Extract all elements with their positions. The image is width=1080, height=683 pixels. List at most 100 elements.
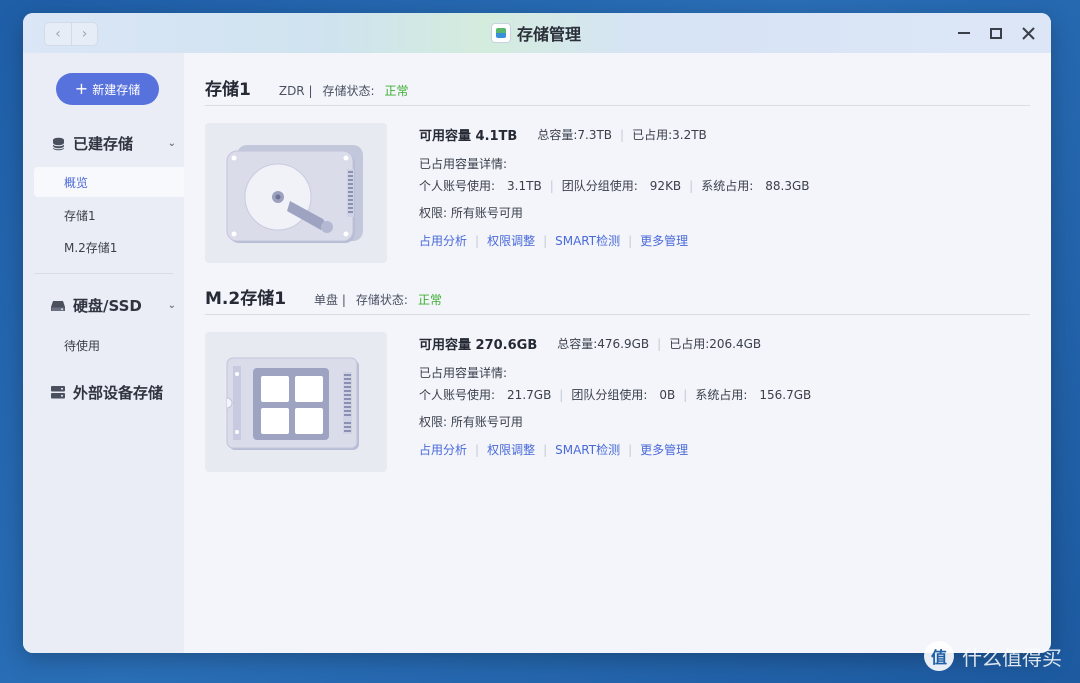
separator: | xyxy=(620,127,625,142)
window-title: 存储管理 xyxy=(517,25,582,44)
usage-analysis-link[interactable]: 占用分析 xyxy=(419,441,467,458)
separator: | xyxy=(475,233,480,248)
more-management-link[interactable]: 更多管理 xyxy=(640,441,688,458)
usage-analysis-link[interactable]: 占用分析 xyxy=(419,232,467,249)
m2-ssd-icon xyxy=(226,357,359,450)
watermark-logo: 值 xyxy=(924,641,954,671)
permission-text: 权限: 所有账号可用 xyxy=(419,206,523,220)
separator: | xyxy=(549,178,554,193)
close-button[interactable] xyxy=(1021,23,1035,43)
watermark: 值 什么值得买 xyxy=(924,641,1062,671)
used-capacity: 206.4GB xyxy=(709,336,762,351)
nav-buttons: ‹ › xyxy=(44,22,98,46)
database-icon xyxy=(51,137,65,151)
pool-status: 正常 xyxy=(384,84,409,98)
title-bar[interactable]: ‹ › 存储管理 xyxy=(23,13,1051,53)
separator: | xyxy=(689,178,694,193)
sidebar-item-overview[interactable]: 概览 xyxy=(34,167,184,197)
used-capacity-label: 已占用: xyxy=(669,337,710,351)
sidebar: + 新建存储 已建存储 ⌄ 概览 存储1 M.2存储1 硬盘/SSD ⌄ 待使用 xyxy=(23,53,184,653)
capacity-row: 可用容量 270.6GB 总容量: 476.9GB | 已占用: 206.4GB xyxy=(419,334,762,354)
system-usage-label: 系统占用: xyxy=(701,179,754,193)
permission-adjust-link[interactable]: 权限调整 xyxy=(487,441,535,458)
personal-usage-label: 个人账号使用: xyxy=(419,179,496,193)
personal-usage-label: 个人账号使用: xyxy=(419,388,496,402)
sidebar-section-built-storage[interactable]: 已建存储 ⌄ xyxy=(51,133,184,154)
more-management-link[interactable]: 更多管理 xyxy=(640,232,688,249)
usage-detail-row: 个人账号使用: 3.1TB | 团队分组使用: 92KB | 系统占用: 88.… xyxy=(419,177,810,194)
sidebar-section-label: 已建存储 xyxy=(73,135,134,153)
sidebar-section-external-storage[interactable]: 外部设备存储 xyxy=(51,382,163,403)
close-icon xyxy=(1021,26,1035,40)
team-usage: 0B xyxy=(659,387,676,402)
separator: | xyxy=(683,387,688,402)
system-usage: 156.7GB xyxy=(759,387,812,402)
divider xyxy=(205,105,1030,106)
smart-check-link[interactable]: SMART检测 xyxy=(555,232,620,249)
total-capacity-label: 总容量: xyxy=(557,337,598,351)
available-capacity: 可用容量 270.6GB xyxy=(419,338,538,353)
separator: | xyxy=(657,336,662,351)
minimize-button[interactable] xyxy=(957,23,971,43)
back-button[interactable]: ‹ xyxy=(45,23,71,45)
personal-usage: 21.7GB xyxy=(507,387,552,402)
forward-button[interactable]: › xyxy=(71,23,97,45)
sidebar-item-m2-storage1[interactable]: M.2存储1 xyxy=(64,239,117,256)
hdd-icon xyxy=(226,145,363,243)
team-usage-label: 团队分组使用: xyxy=(561,179,638,193)
separator: | xyxy=(628,442,633,457)
maximize-button[interactable] xyxy=(989,23,1003,43)
smart-check-link[interactable]: SMART检测 xyxy=(555,441,620,458)
sidebar-section-disk-ssd[interactable]: 硬盘/SSD ⌄ xyxy=(51,295,184,316)
external-storage-icon xyxy=(51,386,65,400)
pool-name: 存储1 xyxy=(205,80,251,100)
separator: | xyxy=(628,233,633,248)
usage-detail-title: 已占用容量详情: xyxy=(419,366,508,380)
permission-adjust-link[interactable]: 权限调整 xyxy=(487,232,535,249)
usage-detail-title: 已占用容量详情: xyxy=(419,157,508,171)
separator: | xyxy=(559,387,564,402)
separator: | xyxy=(543,233,548,248)
sidebar-item-storage1[interactable]: 存储1 xyxy=(64,207,96,224)
permission-text: 权限: 所有账号可用 xyxy=(419,415,523,429)
pool-header: 存储1 ZDR | 存储状态: 正常 xyxy=(205,75,409,100)
team-usage: 92KB xyxy=(649,178,682,193)
team-usage-label: 团队分组使用: xyxy=(571,388,648,402)
pool-type: ZDR | xyxy=(278,84,313,98)
pool-header: M.2存储1 单盘 | 存储状态: 正常 xyxy=(205,284,442,309)
sidebar-divider xyxy=(34,273,173,274)
separator: | xyxy=(475,442,480,457)
personal-usage: 3.1TB xyxy=(507,178,542,193)
usage-detail-row: 个人账号使用: 21.7GB | 团队分组使用: 0B | 系统占用: 156.… xyxy=(419,386,811,403)
action-links: 占用分析 | 权限调整 | SMART检测 | 更多管理 xyxy=(419,441,688,458)
plus-icon: + xyxy=(74,79,89,98)
total-capacity: 476.9GB xyxy=(597,336,650,351)
pool-status: 正常 xyxy=(417,293,442,307)
separator: | xyxy=(543,442,548,457)
used-capacity: 3.2TB xyxy=(672,127,707,142)
new-storage-label: 新建存储 xyxy=(92,82,141,97)
used-capacity-label: 已占用: xyxy=(632,128,673,142)
main-content: 存储1 ZDR | 存储状态: 正常 可用容量 4.1TB 总容量: 7.3TB… xyxy=(184,53,1051,653)
chevron-down-icon: ⌄ xyxy=(167,300,176,311)
hard-disk-icon xyxy=(51,299,65,313)
hdd-card xyxy=(205,123,387,263)
watermark-text: 什么值得买 xyxy=(962,645,1062,670)
pool-status-label: 存储状态: xyxy=(322,84,375,98)
action-links: 占用分析 | 权限调整 | SMART检测 | 更多管理 xyxy=(419,232,688,249)
sidebar-section-label: 硬盘/SSD xyxy=(73,297,142,315)
new-storage-button[interactable]: + 新建存储 xyxy=(56,73,159,105)
storage-manager-window: ‹ › 存储管理 + 新建存储 已建存储 ⌄ 概览 存储1 M.2存储1 硬盘/… xyxy=(23,13,1051,653)
storage-app-icon xyxy=(491,23,511,43)
pool-type: 单盘 | xyxy=(314,293,346,307)
system-usage: 88.3GB xyxy=(765,178,810,193)
window-controls xyxy=(957,23,1035,43)
window-title-group: 存储管理 xyxy=(491,21,581,45)
pool-name: M.2存储1 xyxy=(205,289,287,309)
divider xyxy=(205,314,1030,315)
total-capacity: 7.3TB xyxy=(577,127,613,142)
sidebar-item-unused[interactable]: 待使用 xyxy=(64,337,100,354)
pool-status-label: 存储状态: xyxy=(355,293,408,307)
ssd-card xyxy=(205,332,387,472)
total-capacity-label: 总容量: xyxy=(537,128,578,142)
